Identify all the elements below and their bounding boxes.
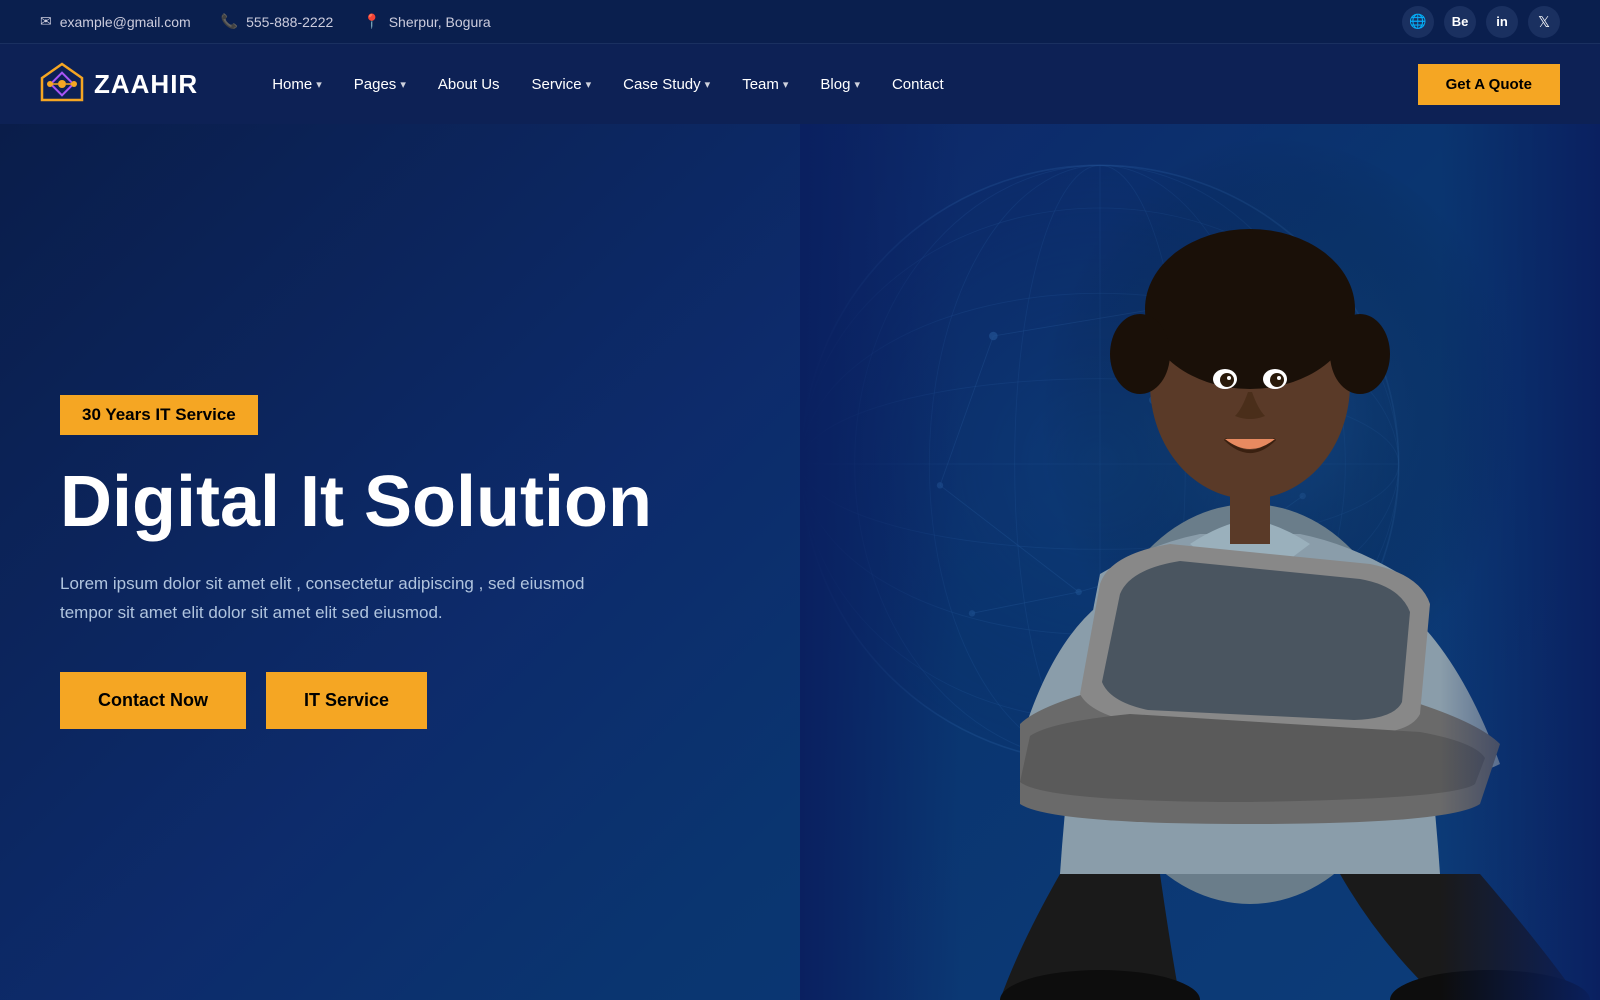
topbar-email: ✉ example@gmail.com xyxy=(40,13,191,30)
nav-about-label: About Us xyxy=(438,76,500,93)
nav-blog[interactable]: Blog ▾ xyxy=(806,66,874,103)
phone-icon: 📞 xyxy=(221,13,238,30)
globe-social-icon[interactable]: 🌐 xyxy=(1402,6,1434,38)
nav-pages-chevron: ▾ xyxy=(400,78,406,91)
logo-text: ZAAHIR xyxy=(94,69,198,100)
email-icon: ✉ xyxy=(40,13,52,30)
nav-pages-label: Pages xyxy=(354,76,397,93)
topbar-contact-info: ✉ example@gmail.com 📞 555-888-2222 📍 She… xyxy=(40,13,491,30)
topbar-location: 📍 Sherpur, Bogura xyxy=(363,13,490,30)
behance-social-icon[interactable]: Be xyxy=(1444,6,1476,38)
topbar: ✉ example@gmail.com 📞 555-888-2222 📍 She… xyxy=(0,0,1600,44)
it-service-button[interactable]: IT Service xyxy=(266,672,427,729)
logo[interactable]: ZAAHIR xyxy=(40,62,198,106)
nav-team[interactable]: Team ▾ xyxy=(728,66,802,103)
nav-team-label: Team xyxy=(742,76,779,93)
hero-badge: 30 Years IT Service xyxy=(60,395,258,435)
nav-about[interactable]: About Us xyxy=(424,66,514,103)
hero-person-container xyxy=(800,124,1600,1000)
nav-service-chevron: ▾ xyxy=(586,78,592,91)
nav-pages[interactable]: Pages ▾ xyxy=(340,66,420,103)
hero-content: 30 Years IT Service Digital It Solution … xyxy=(0,395,652,729)
nav-case-study-chevron: ▾ xyxy=(705,78,711,91)
twitter-social-icon[interactable]: 𝕏 xyxy=(1528,6,1560,38)
logo-icon xyxy=(40,62,84,106)
nav-home-label: Home xyxy=(272,76,312,93)
location-icon: 📍 xyxy=(363,13,380,30)
hero-title: Digital It Solution xyxy=(60,463,652,542)
topbar-phone: 📞 555-888-2222 xyxy=(221,13,334,30)
nav-service-label: Service xyxy=(532,76,582,93)
nav-contact[interactable]: Contact xyxy=(878,66,958,103)
hero-section: 30 Years IT Service Digital It Solution … xyxy=(0,124,1600,1000)
nav-service[interactable]: Service ▾ xyxy=(518,66,606,103)
hero-description: Lorem ipsum dolor sit amet elit , consec… xyxy=(60,570,640,628)
nav-case-study-label: Case Study xyxy=(623,76,701,93)
main-nav: Home ▾ Pages ▾ About Us Service ▾ Case S… xyxy=(258,64,1560,105)
location-text: Sherpur, Bogura xyxy=(389,14,491,30)
phone-text: 555-888-2222 xyxy=(246,14,333,30)
linkedin-social-icon[interactable]: in xyxy=(1486,6,1518,38)
nav-blog-label: Blog xyxy=(820,76,850,93)
nav-home[interactable]: Home ▾ xyxy=(258,66,336,103)
nav-contact-label: Contact xyxy=(892,76,944,93)
get-quote-button[interactable]: Get A Quote xyxy=(1418,64,1560,105)
email-text: example@gmail.com xyxy=(60,14,191,30)
nav-blog-chevron: ▾ xyxy=(854,78,860,91)
contact-now-button[interactable]: Contact Now xyxy=(60,672,246,729)
nav-case-study[interactable]: Case Study ▾ xyxy=(609,66,724,103)
nav-home-chevron: ▾ xyxy=(316,78,322,91)
topbar-social: 🌐 Be in 𝕏 xyxy=(1402,6,1560,38)
nav-team-chevron: ▾ xyxy=(783,78,789,91)
header: ZAAHIR Home ▾ Pages ▾ About Us Service ▾… xyxy=(0,44,1600,124)
hero-buttons: Contact Now IT Service xyxy=(60,672,652,729)
